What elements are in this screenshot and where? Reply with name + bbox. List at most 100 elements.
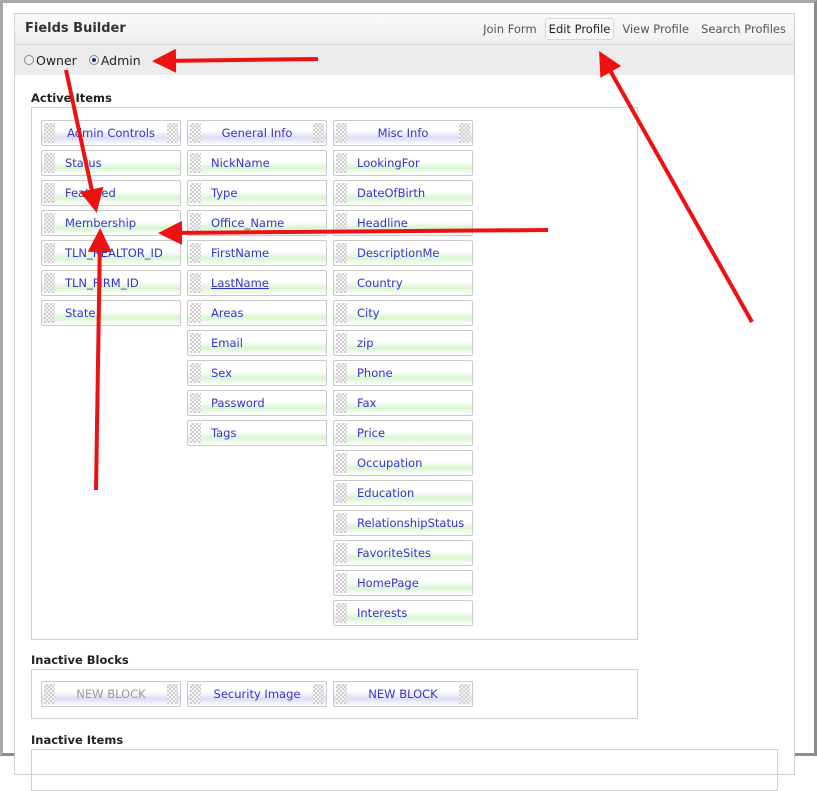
radio-admin[interactable]: Admin xyxy=(88,53,141,68)
inactive-block[interactable]: NEW BLOCK xyxy=(41,681,181,707)
field-item[interactable]: Membership xyxy=(41,210,181,236)
field-item[interactable]: Email xyxy=(187,330,327,356)
field-item[interactable]: Password xyxy=(187,390,327,416)
drag-handle-icon[interactable] xyxy=(190,153,201,173)
drag-handle-icon[interactable] xyxy=(44,183,55,203)
radio-owner[interactable]: Owner xyxy=(24,53,77,68)
drag-handle-icon[interactable] xyxy=(313,123,324,143)
field-item[interactable]: Office_Name xyxy=(187,210,327,236)
drag-handle-icon[interactable] xyxy=(44,273,55,293)
field-item[interactable]: FirstName xyxy=(187,240,327,266)
field-item[interactable]: Sex xyxy=(187,360,327,386)
field-item[interactable]: TLN_FIRM_ID xyxy=(41,270,181,296)
drag-handle-icon[interactable] xyxy=(190,273,201,293)
drag-handle-icon[interactable] xyxy=(44,213,55,233)
field-item[interactable]: TLN_REALTOR_ID xyxy=(41,240,181,266)
field-item[interactable]: Type xyxy=(187,180,327,206)
drag-handle-icon[interactable] xyxy=(190,393,201,413)
drag-handle-icon[interactable] xyxy=(44,684,55,704)
tab-join-form[interactable]: Join Form xyxy=(479,18,541,40)
field-item[interactable]: LastName xyxy=(187,270,327,296)
drag-handle-icon[interactable] xyxy=(190,684,201,704)
drag-handle-icon[interactable] xyxy=(190,183,201,203)
drag-handle-icon[interactable] xyxy=(167,684,178,704)
field-item[interactable]: HomePage xyxy=(333,570,473,596)
drag-handle-icon[interactable] xyxy=(336,513,347,533)
item-label: RelationshipStatus xyxy=(357,516,465,530)
drag-handle-icon[interactable] xyxy=(190,423,201,443)
inactive-block[interactable]: NEW BLOCK xyxy=(333,681,473,707)
drag-handle-icon[interactable] xyxy=(336,543,347,563)
drag-handle-icon[interactable] xyxy=(336,303,347,323)
radio-button-icon[interactable] xyxy=(24,55,34,65)
drag-handle-icon[interactable] xyxy=(190,333,201,353)
drag-handle-icon[interactable] xyxy=(44,303,55,323)
drag-handle-icon[interactable] xyxy=(190,213,201,233)
field-item[interactable]: DescriptionMe xyxy=(333,240,473,266)
drag-handle-icon[interactable] xyxy=(44,243,55,263)
inactive-items-area xyxy=(31,749,778,791)
item-label: DateOfBirth xyxy=(357,186,426,200)
inactive-blocks-heading: Inactive Blocks xyxy=(31,653,129,667)
field-item[interactable]: Country xyxy=(333,270,473,296)
field-item[interactable]: Status xyxy=(41,150,181,176)
drag-handle-icon[interactable] xyxy=(336,423,347,443)
drag-handle-icon[interactable] xyxy=(190,303,201,323)
radio-button-checked-icon[interactable] xyxy=(88,55,99,65)
field-item[interactable]: Headline xyxy=(333,210,473,236)
drag-handle-icon[interactable] xyxy=(44,153,55,173)
drag-handle-icon[interactable] xyxy=(336,684,347,704)
item-label: Education xyxy=(357,486,415,500)
drag-handle-icon[interactable] xyxy=(167,123,178,143)
drag-handle-icon[interactable] xyxy=(336,483,347,503)
field-item[interactable]: Price xyxy=(333,420,473,446)
tab-search-profiles[interactable]: Search Profiles xyxy=(697,18,790,40)
tab-view-profile[interactable]: View Profile xyxy=(618,18,693,40)
field-item[interactable]: Featured xyxy=(41,180,181,206)
field-item[interactable]: Fax xyxy=(333,390,473,416)
field-item[interactable]: LookingFor xyxy=(333,150,473,176)
field-item[interactable]: Interests xyxy=(333,600,473,626)
block-header[interactable]: Admin Controls xyxy=(41,120,181,146)
field-item[interactable]: FavoriteSites xyxy=(333,540,473,566)
drag-handle-icon[interactable] xyxy=(336,333,347,353)
drag-handle-icon[interactable] xyxy=(336,393,347,413)
field-item[interactable]: Tags xyxy=(187,420,327,446)
drag-handle-icon[interactable] xyxy=(459,684,470,704)
field-item[interactable]: NickName xyxy=(187,150,327,176)
field-item[interactable]: State xyxy=(41,300,181,326)
drag-handle-icon[interactable] xyxy=(336,273,347,293)
drag-handle-icon[interactable] xyxy=(336,153,347,173)
item-label: zip xyxy=(357,336,374,350)
drag-handle-icon[interactable] xyxy=(313,684,324,704)
item-label: NEW BLOCK xyxy=(76,687,146,701)
block-header[interactable]: General Info xyxy=(187,120,327,146)
drag-handle-icon[interactable] xyxy=(336,453,347,473)
field-item[interactable]: Areas xyxy=(187,300,327,326)
drag-handle-icon[interactable] xyxy=(336,363,347,383)
tab-edit-profile[interactable]: Edit Profile xyxy=(544,18,615,40)
drag-handle-icon[interactable] xyxy=(336,603,347,623)
drag-handle-icon[interactable] xyxy=(190,243,201,263)
drag-handle-icon[interactable] xyxy=(336,243,347,263)
drag-handle-icon[interactable] xyxy=(336,183,347,203)
inactive-block[interactable]: Security Image xyxy=(187,681,327,707)
drag-handle-icon[interactable] xyxy=(459,123,470,143)
field-item[interactable]: zip xyxy=(333,330,473,356)
field-item[interactable]: RelationshipStatus xyxy=(333,510,473,536)
field-item[interactable]: DateOfBirth xyxy=(333,180,473,206)
item-label: Fax xyxy=(357,396,377,410)
field-item[interactable]: Education xyxy=(333,480,473,506)
block-header[interactable]: Misc Info xyxy=(333,120,473,146)
drag-handle-icon[interactable] xyxy=(336,213,347,233)
field-item[interactable]: City xyxy=(333,300,473,326)
drag-handle-icon[interactable] xyxy=(44,123,55,143)
drag-handle-icon[interactable] xyxy=(336,123,347,143)
item-label: Headline xyxy=(357,216,408,230)
field-item[interactable]: Phone xyxy=(333,360,473,386)
drag-handle-icon[interactable] xyxy=(336,573,347,593)
drag-handle-icon[interactable] xyxy=(190,123,201,143)
field-item[interactable]: Occupation xyxy=(333,450,473,476)
item-label: State xyxy=(65,306,96,320)
drag-handle-icon[interactable] xyxy=(190,363,201,383)
